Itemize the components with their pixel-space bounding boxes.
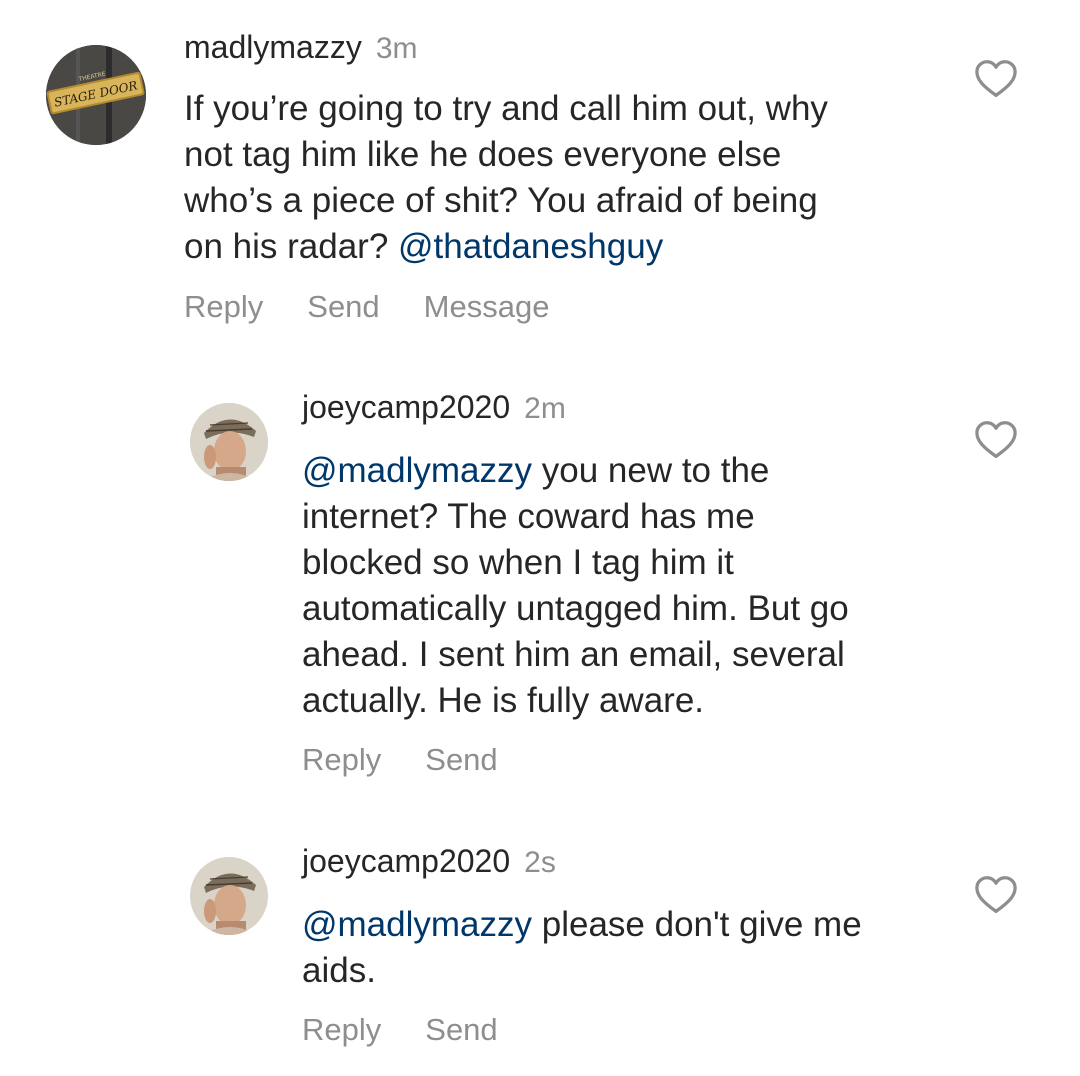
comment-text-line: who’s a piece of shit? You afraid of bei…	[184, 178, 944, 224]
reply-button[interactable]: Reply	[302, 1012, 381, 1047]
comment-text-line: blocked so when I tag him it	[302, 540, 942, 586]
comment-text-segment: who’s a piece of shit? You afraid of bei…	[184, 181, 818, 220]
comment-text-segment: blocked so when I tag him it	[302, 543, 734, 582]
send-button[interactable]: Send	[307, 289, 379, 324]
comment-text-segment: aids.	[302, 951, 376, 990]
comment-text-segment: please don't give me	[532, 905, 862, 944]
comment-text-line: on his radar? @thatdaneshguy	[184, 224, 944, 270]
comment-text-line: aids.	[302, 948, 942, 994]
heart-outline-icon	[975, 421, 1017, 458]
send-button[interactable]: Send	[425, 1012, 497, 1047]
heart-outline-icon	[975, 60, 1017, 97]
comment-actions: Reply Send Message	[184, 289, 593, 325]
timestamp: 2s	[524, 846, 556, 879]
username[interactable]: madlymazzy	[184, 29, 362, 65]
like-button[interactable]	[974, 59, 1018, 99]
comment-text: If you’re going to try and call him out,…	[184, 86, 944, 270]
comment-text-line: If you’re going to try and call him out,…	[184, 86, 944, 132]
reply-button[interactable]: Reply	[302, 742, 381, 777]
comment-header: madlymazzy 3m	[184, 29, 418, 66]
comment-text-line: internet? The coward has me	[302, 494, 942, 540]
like-button[interactable]	[974, 420, 1018, 460]
like-button[interactable]	[974, 875, 1018, 915]
comment-actions: Reply Send	[302, 742, 542, 778]
timestamp: 2m	[524, 392, 566, 425]
comment-text-segment: ahead. I sent him an email, several	[302, 635, 845, 674]
comment-text-segment: on his radar?	[184, 227, 399, 266]
mention-link[interactable]: @thatdaneshguy	[398, 227, 663, 266]
comment-text-segment: automatically untagged him. But go	[302, 589, 849, 628]
comment-text-line: @madlymazzy you new to the	[302, 448, 942, 494]
comment-header: joeycamp2020 2s	[302, 843, 556, 880]
message-button[interactable]: Message	[424, 289, 550, 324]
comment-text-line: actually. He is fully aware.	[302, 678, 942, 724]
comment-text-segment: internet? The coward has me	[302, 497, 755, 536]
comment-text: @madlymazzy you new to the internet? The …	[302, 448, 942, 724]
mention-link[interactable]: @madlymazzy	[302, 905, 532, 944]
comment-text-segment: you new to the	[532, 451, 770, 490]
comment-text-line: automatically untagged him. But go	[302, 586, 942, 632]
comment-header: joeycamp2020 2m	[302, 389, 566, 426]
avatar[interactable]: THEATRE STAGE DOOR	[46, 45, 146, 145]
reply-button[interactable]: Reply	[184, 289, 263, 324]
comment-text-line: @madlymazzy please don't give me	[302, 902, 942, 948]
comment-text-line: not tag him like he does everyone else	[184, 132, 944, 178]
send-button[interactable]: Send	[425, 742, 497, 777]
mention-link[interactable]: @madlymazzy	[302, 451, 532, 490]
username[interactable]: joeycamp2020	[302, 389, 510, 425]
comment-actions: Reply Send	[302, 1012, 542, 1048]
avatar[interactable]	[190, 857, 268, 935]
comment-text-segment: If you’re going to try and call him out,…	[184, 89, 828, 128]
comment-text-segment: actually. He is fully aware.	[302, 681, 705, 720]
comment-text-segment: not tag him like he does everyone else	[184, 135, 782, 174]
comment-text: @madlymazzy please don't give me aids.	[302, 902, 942, 994]
timestamp: 3m	[375, 32, 418, 65]
avatar[interactable]	[190, 403, 268, 481]
heart-outline-icon	[975, 876, 1017, 913]
comment-text-line: ahead. I sent him an email, several	[302, 632, 942, 678]
username[interactable]: joeycamp2020	[302, 843, 510, 879]
